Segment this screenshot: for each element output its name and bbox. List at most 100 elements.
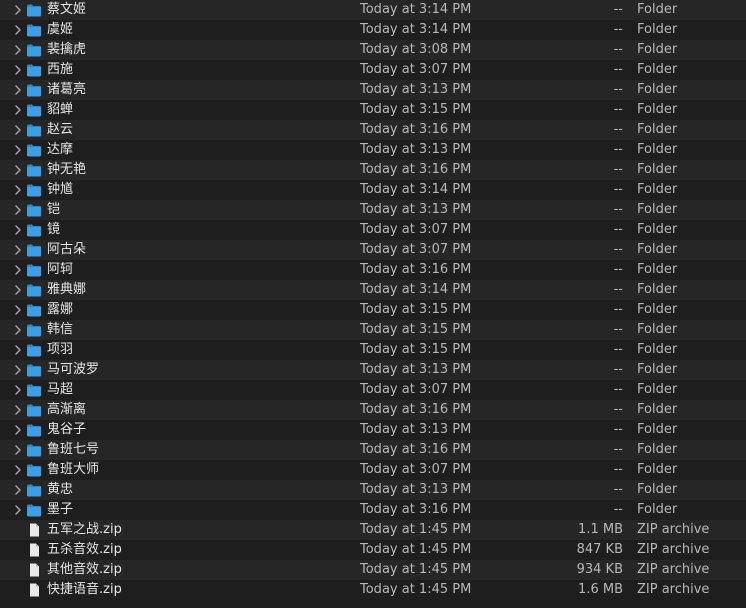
item-name: 阿轲 [47,262,74,277]
date-modified: Today at 3:13 PM [360,202,472,217]
item-name: 貂蝉 [47,102,74,117]
chevron-right-icon[interactable] [13,5,23,15]
list-item[interactable]: 达摩 Today at 3:13 PM -- Folder [0,140,746,160]
folder-icon [27,324,41,337]
list-item[interactable]: 诸葛亮 Today at 3:13 PM -- Folder [0,80,746,100]
list-item[interactable]: 鲁班大师 Today at 3:07 PM -- Folder [0,460,746,480]
folder-icon [27,404,41,417]
chevron-right-icon[interactable] [13,225,23,235]
list-item[interactable]: 西施 Today at 3:07 PM -- Folder [0,60,746,80]
item-kind: ZIP archive [637,582,710,597]
chevron-right-icon[interactable] [13,385,23,395]
item-size: -- [613,322,623,337]
date-modified: Today at 3:14 PM [360,22,472,37]
list-item[interactable]: 高渐离 Today at 3:16 PM -- Folder [0,400,746,420]
list-item[interactable]: 钟馗 Today at 3:14 PM -- Folder [0,180,746,200]
folder-icon [27,44,41,57]
item-kind: Folder [637,62,678,77]
folder-icon [27,164,41,177]
list-item[interactable]: 其他音效.zip Today at 1:45 PM 934 KB ZIP archiv… [0,560,746,580]
chevron-right-icon[interactable] [13,265,23,275]
chevron-right-icon[interactable] [13,365,23,375]
folder-icon [27,244,41,257]
list-item[interactable]: 虞姬 Today at 3:14 PM -- Folder [0,20,746,40]
date-modified: Today at 3:15 PM [360,102,472,117]
item-kind: ZIP archive [637,522,710,537]
folder-icon [27,104,41,117]
list-item[interactable]: 快捷语音.zip Today at 1:45 PM 1.6 MB ZIP archiv… [0,580,746,600]
chevron-right-icon[interactable] [13,105,23,115]
list-item[interactable]: 鬼谷子 Today at 3:13 PM -- Folder [0,420,746,440]
chevron-right-icon[interactable] [13,145,23,155]
item-name: 达摩 [47,142,74,157]
list-item[interactable]: 马超 Today at 3:07 PM -- Folder [0,380,746,400]
list-item[interactable]: 马可波罗 Today at 3:13 PM -- Folder [0,360,746,380]
date-modified: Today at 3:14 PM [360,282,472,297]
chevron-right-icon[interactable] [13,45,23,55]
list-item[interactable]: 鲁班七号 Today at 3:16 PM -- Folder [0,440,746,460]
item-size: -- [613,142,623,157]
document-icon [30,523,39,537]
item-kind: Folder [637,462,678,477]
list-item[interactable]: 赵云 Today at 3:16 PM -- Folder [0,120,746,140]
item-name: 马超 [47,382,74,397]
list-item[interactable]: 裴擒虎 Today at 3:08 PM -- Folder [0,40,746,60]
list-item[interactable]: 阿古朵 Today at 3:07 PM -- Folder [0,240,746,260]
chevron-right-icon[interactable] [13,125,23,135]
folder-icon [27,264,41,277]
date-modified: Today at 3:16 PM [360,262,472,277]
chevron-right-icon[interactable] [13,25,23,35]
list-item[interactable]: 镜 Today at 3:07 PM -- Folder [0,220,746,240]
item-kind: Folder [637,302,678,317]
date-modified: Today at 3:16 PM [360,442,472,457]
list-item[interactable]: 钟无艳 Today at 3:16 PM -- Folder [0,160,746,180]
item-size: -- [613,422,623,437]
item-kind: Folder [637,202,678,217]
list-item[interactable]: 露娜 Today at 3:15 PM -- Folder [0,300,746,320]
chevron-right-icon[interactable] [13,345,23,355]
chevron-right-icon[interactable] [13,85,23,95]
chevron-right-icon[interactable] [13,425,23,435]
document-icon [30,543,39,557]
item-kind: ZIP archive [637,542,710,557]
list-item[interactable]: 铠 Today at 3:13 PM -- Folder [0,200,746,220]
item-size: -- [613,122,623,137]
chevron-right-icon[interactable] [13,205,23,215]
chevron-right-icon[interactable] [13,325,23,335]
folder-icon [27,144,41,157]
list-item[interactable]: 雅典娜 Today at 3:14 PM -- Folder [0,280,746,300]
chevron-right-icon[interactable] [13,65,23,75]
list-item[interactable]: 项羽 Today at 3:15 PM -- Folder [0,340,746,360]
date-modified: Today at 1:45 PM [360,582,472,597]
item-name: 鲁班七号 [47,442,100,457]
chevron-right-icon[interactable] [13,445,23,455]
list-item[interactable]: 阿轲 Today at 3:16 PM -- Folder [0,260,746,280]
item-name: 黄忠 [47,482,74,497]
list-item[interactable]: 五军之战.zip Today at 1:45 PM 1.1 MB ZIP archiv… [0,520,746,540]
chevron-right-icon[interactable] [13,305,23,315]
folder-icon [27,424,41,437]
chevron-right-icon[interactable] [13,285,23,295]
chevron-right-icon[interactable] [13,185,23,195]
list-item[interactable]: 蔡文姬 Today at 3:14 PM -- Folder [0,0,746,20]
item-size: -- [613,162,623,177]
chevron-right-icon[interactable] [13,465,23,475]
chevron-right-icon[interactable] [13,405,23,415]
list-item[interactable]: 貂蝉 Today at 3:15 PM -- Folder [0,100,746,120]
list-item[interactable]: 韩信 Today at 3:15 PM -- Folder [0,320,746,340]
chevron-right-icon[interactable] [13,505,23,515]
list-item[interactable]: 黄忠 Today at 3:13 PM -- Folder [0,480,746,500]
list-item[interactable]: 五杀音效.zip Today at 1:45 PM 847 KB ZIP archiv… [0,540,746,560]
item-kind: Folder [637,342,678,357]
chevron-right-icon[interactable] [13,485,23,495]
folder-icon [27,464,41,477]
chevron-right-icon[interactable] [13,245,23,255]
list-item[interactable]: 墨子 Today at 3:16 PM -- Folder [0,500,746,520]
chevron-right-icon[interactable] [13,165,23,175]
item-name: 五杀音效.zip [47,542,122,557]
item-size: -- [613,182,623,197]
item-size: -- [613,82,623,97]
date-modified: Today at 3:15 PM [360,322,472,337]
item-name: 蔡文姬 [47,2,87,17]
item-kind: Folder [637,442,678,457]
